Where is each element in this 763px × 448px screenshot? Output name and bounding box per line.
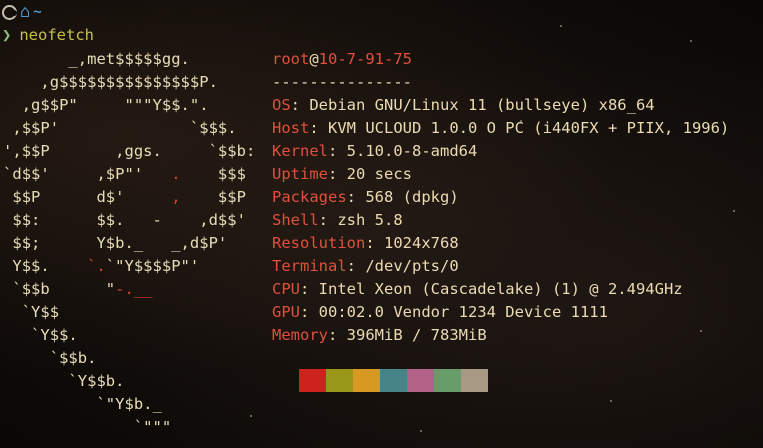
ascii-line: ,g$$$$$$$$$$$$$$$P. [40,73,218,91]
command-line[interactable]: ❯ neofetch [2,24,94,47]
info-key-separator: : [328,165,347,183]
ascii-line: ,$$P' `$$$. [12,119,237,137]
ascii-line: _,met$$$$$gg. [68,50,190,68]
command-text: neofetch [19,26,94,44]
info-row-resolution: Resolution: 1024x768 [272,232,729,255]
info-key: Packages [272,188,347,206]
ascii-line: `Y$$ [21,303,60,321]
info-key: Terminal [272,257,347,275]
ascii-line: $$: $$. - ,d$$' [12,211,246,229]
info-value: zsh 5.8 [337,211,403,229]
info-value: 1024x768 [384,234,459,252]
info-key: Resolution [272,234,366,252]
info-key: GPU [272,303,300,321]
ascii-line: `$$b "-.__ [12,280,153,298]
info-key-separator: : [309,119,328,137]
info-value: 396MiB / 783MiB [346,326,487,344]
palette-swatch-0 [299,369,326,392]
info-key-separator: : [318,211,338,229]
info-key: Memory [272,326,328,344]
ascii-line: ',$$P ,ggs. `$$b: [3,142,256,160]
username: root [272,50,310,68]
info-key: Uptime [272,165,328,183]
info-value: 568 (dpkg) [365,188,459,206]
info-rows: OS: Debian GNU/Linux 11 (bullseye) x86_6… [272,94,729,347]
palette-swatch-5 [434,369,461,392]
info-value: /dev/pts/0 [365,257,459,275]
palette-swatch-2 [353,369,380,392]
at-sign: @ [309,50,319,68]
system-info-panel: root@10-7-91-75 --------------- OS: Debi… [272,48,729,347]
ascii-line: ,g$$P" """Y$$.". [21,96,209,114]
info-key-separator: : [365,234,384,252]
ascii-line: `"Y$b._ [96,395,162,413]
info-row-host: Host: KVM UCLOUD 1.0.0 O PC (i440FX + PI… [272,117,729,140]
info-key-separator: : [300,280,319,298]
home-icon: ⌂ [20,1,31,22]
info-row-kernel: Kernel: 5.10.0-8-amd64 [272,140,729,163]
ascii-line: `Y$$b. [68,372,125,390]
prompt-chevron: ❯ [2,26,12,44]
ascii-line: `""" [133,418,172,436]
info-key: Kernel [272,142,328,160]
info-key-separator: : [300,303,319,321]
palette-swatch-1 [326,369,353,392]
info-row-os: OS: Debian GNU/Linux 11 (bullseye) x86_6… [272,94,729,117]
info-value: 00:02.0 Vendor 1234 Device 1111 [318,303,608,321]
info-key-separator: : [328,326,347,344]
info-row-shell: Shell: zsh 5.8 [272,209,729,232]
info-key: CPU [272,280,300,298]
palette-swatch-6 [461,369,488,392]
palette-swatch-3 [380,369,407,392]
ascii-line: Y$$. `.`"Y$$$$P"' [12,257,200,275]
info-key-separator: : [346,188,366,206]
prompt-path: ⌂ ~ [2,2,42,22]
info-row-cpu: CPU: Intel Xeon (Cascadelake) (1) @ 2.49… [272,278,729,301]
info-row-memory: Memory: 396MiB / 783MiB [272,324,729,347]
info-row-packages: Packages: 568 (dpkg) [272,186,729,209]
separator-line: --------------- [272,73,412,91]
hostname: 10-7-91-75 [318,50,412,68]
user-host-line: root@10-7-91-75 [272,48,729,71]
prompt-cwd: ~ [33,3,42,20]
ascii-line: $$P d$' , $$P [12,188,246,206]
debian-ascii-logo: _,met$$$$$gg. ,g$$$$$$$$$$$$$$$P. ,g$$P"… [3,48,255,439]
ascii-line: $$; Y$b._ _,d$P' [12,234,228,252]
ascii-line: `$$b. [49,349,97,367]
info-key-separator: : [346,257,366,275]
info-value: Intel Xeon (Cascadelake) (1) @ 2.494GHz [318,280,683,298]
info-value: KVM UCLOUD 1.0.0 O PC (i440FX + PIIX, 19… [328,119,730,137]
ascii-line: `Y$$. [31,326,78,344]
ascii-line: `d$$' ,$P"' . $$$ [3,165,246,183]
info-key-separator: : [290,96,310,114]
color-palette [299,369,488,392]
info-row-uptime: Uptime: 20 secs [272,163,729,186]
info-value: Debian GNU/Linux 11 (bullseye) x86_64 [309,96,655,114]
terminal-window[interactable]: ⌂ ~ ❯ neofetch _,met$$$$$gg. ,g$$$$$$$$$… [0,0,763,448]
info-key: Shell [272,211,319,229]
palette-swatch-4 [407,369,434,392]
info-key: OS [272,96,291,114]
info-value: 20 secs [346,165,412,183]
info-row-terminal: Terminal: /dev/pts/0 [272,255,729,278]
info-row-gpu: GPU: 00:02.0 Vendor 1234 Device 1111 [272,301,729,324]
debian-swirl-icon [2,4,17,20]
info-key: Host [272,119,310,137]
info-key-separator: : [328,142,347,160]
info-value: 5.10.0-8-amd64 [346,142,478,160]
